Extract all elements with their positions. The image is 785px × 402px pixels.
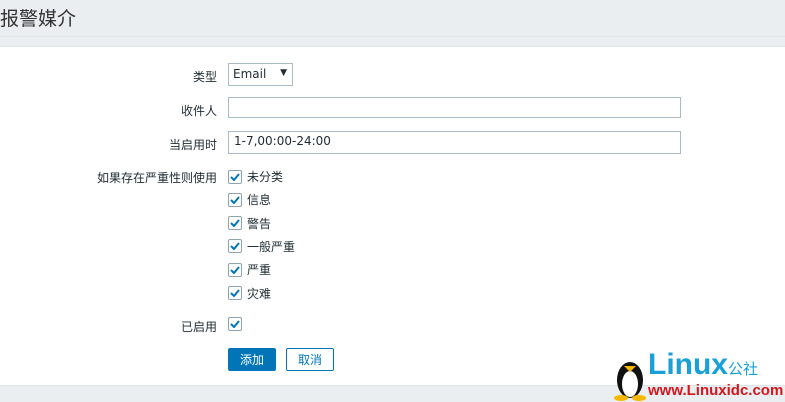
type-select-value: Email [233, 67, 267, 81]
recipient-label: 收件人 [180, 104, 217, 118]
penguin-icon [614, 362, 646, 401]
checkbox-checked-icon [228, 169, 242, 184]
severity-checkbox[interactable]: 一般严重 [228, 238, 295, 255]
severity-label: 一般严重 [247, 239, 296, 254]
active-period-input[interactable]: 1-7,00:00-24:00 [228, 131, 681, 154]
severity-checkbox[interactable]: 信息 [228, 191, 271, 208]
cancel-button[interactable]: 取消 [286, 348, 334, 371]
recipient-input[interactable] [228, 97, 681, 118]
severity-checkbox[interactable]: 严重 [228, 261, 271, 278]
checkbox-checked-icon [228, 192, 242, 207]
page-header: 报警媒介 [0, 0, 785, 37]
checkbox-checked-icon [228, 216, 242, 231]
severity-label: 如果存在严重性则使用 [96, 171, 217, 185]
checkbox-checked-icon [228, 239, 242, 254]
add-button[interactable]: 添加 [228, 348, 276, 371]
severity-checkbox[interactable]: 警告 [228, 215, 271, 232]
severity-label: 信息 [247, 193, 272, 208]
type-label: 类型 [192, 70, 217, 84]
header-strip [0, 37, 785, 47]
watermark-logo: Linux公社 www.Linuxidc.com [600, 350, 785, 401]
severity-label: 未分类 [247, 170, 284, 184]
dropdown-arrow-icon: ▼ [280, 68, 287, 78]
severity-label: 警告 [247, 216, 272, 231]
checkbox-checked-icon [228, 286, 242, 300]
checkbox-checked-icon [228, 317, 242, 331]
severity-label: 灾难 [247, 286, 272, 301]
enabled-label: 已启用 [180, 320, 217, 334]
severity-label: 严重 [247, 263, 272, 278]
enabled-checkbox[interactable] [228, 317, 247, 331]
severity-checkbox[interactable]: 未分类 [228, 168, 283, 185]
severity-checkbox[interactable]: 灾难 [228, 285, 271, 302]
type-select[interactable]: Email ▼ [228, 63, 293, 86]
checkbox-checked-icon [228, 262, 242, 277]
page-title: 报警媒介 [0, 8, 77, 30]
active-label: 当启用时 [168, 138, 217, 152]
